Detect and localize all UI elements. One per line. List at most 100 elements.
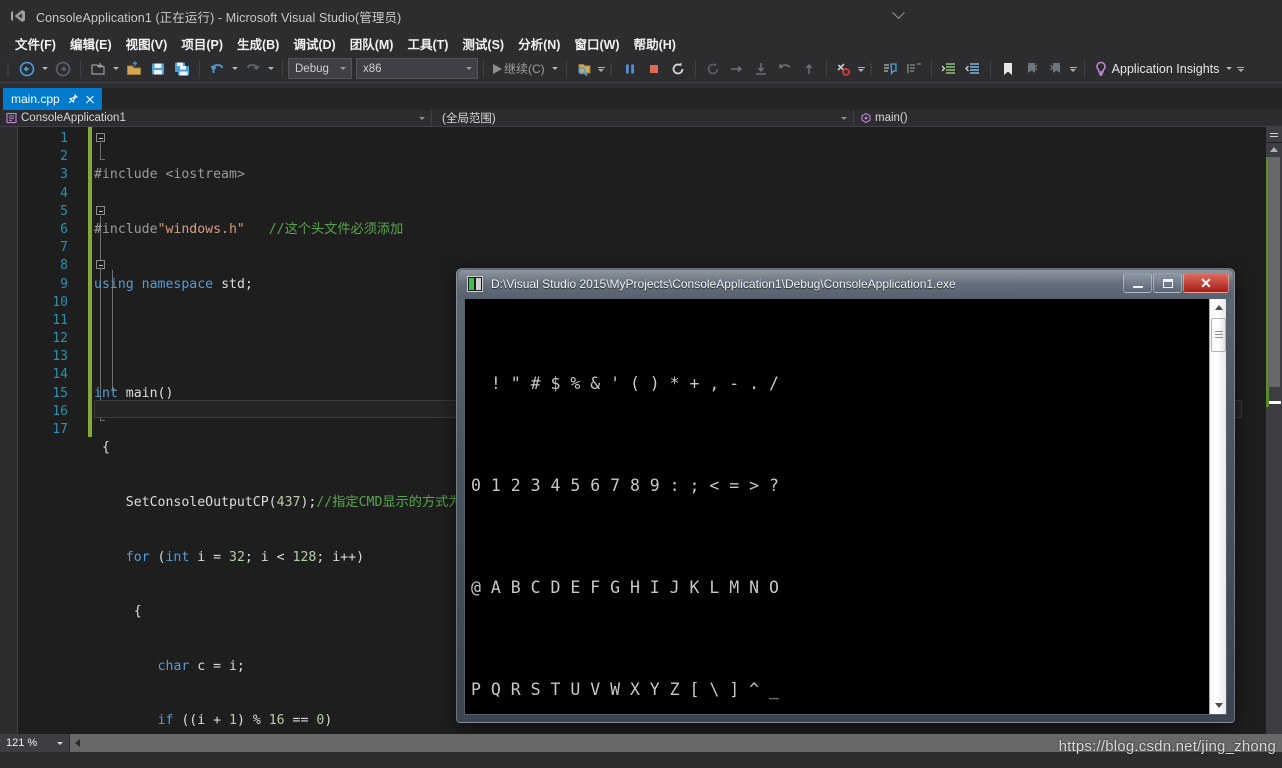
line-number: 2 <box>60 149 68 165</box>
method-icon <box>858 112 873 124</box>
maximize-icon[interactable] <box>1153 273 1182 293</box>
previous-bookmark-icon[interactable] <box>1020 58 1044 80</box>
breakpoint-icon[interactable] <box>832 58 856 80</box>
menu-item-team[interactable]: 团队(M) <box>343 32 401 55</box>
navbar-project-combo[interactable]: ConsoleApplication1 <box>0 109 432 127</box>
close-icon[interactable] <box>84 93 96 105</box>
zoom-level-combo[interactable]: 121 % <box>0 734 70 752</box>
solution-configuration-combo[interactable]: Debug <box>288 58 352 79</box>
menu-item-debug[interactable]: 调试(D) <box>286 32 342 55</box>
attach-to-process-icon[interactable] <box>572 58 596 80</box>
step-out-icon[interactable] <box>773 58 797 80</box>
application-insights-label: Application Insights <box>1111 61 1220 76</box>
open-file-icon[interactable] <box>122 58 146 80</box>
application-insights-button[interactable]: Application Insights <box>1090 58 1224 80</box>
comment-selection-icon[interactable] <box>878 58 902 80</box>
bookmark-icon[interactable] <box>996 58 1020 80</box>
toolbar-grip[interactable] <box>867 60 876 78</box>
toolbar-separator <box>282 59 283 78</box>
toolbar-separator <box>199 59 200 78</box>
menu-item-file[interactable]: 文件(F) <box>8 32 63 55</box>
menu-item-test[interactable]: 测试(S) <box>455 32 511 55</box>
toolbar-overflow-icon[interactable] <box>1068 58 1079 80</box>
navbar-scope-combo[interactable]: (全局范围) <box>432 109 854 127</box>
line-number: 11 <box>52 312 68 328</box>
scroll-down-arrow-icon[interactable] <box>1210 697 1226 714</box>
chevron-down-icon[interactable] <box>841 116 847 120</box>
next-bookmark-icon[interactable] <box>1044 58 1068 80</box>
solution-platform-combo[interactable]: x86 <box>356 58 478 79</box>
menu-item-analyze[interactable]: 分析(N) <box>511 32 567 55</box>
line-number: 15 <box>52 385 68 401</box>
console-output-area[interactable]: ! " # $ % & ' ( ) * + , - . / 0 1 2 3 4 … <box>464 298 1227 715</box>
undo-dropdown-icon[interactable] <box>229 58 241 80</box>
line-number: 17 <box>52 422 68 437</box>
console-window[interactable]: D:\Visual Studio 2015\MyProjects\Console… <box>456 268 1235 723</box>
menu-item-tools[interactable]: 工具(T) <box>400 32 455 55</box>
increase-indent-icon[interactable] <box>937 58 961 80</box>
start-debugging-button[interactable]: 继续(C) <box>489 58 549 80</box>
save-icon[interactable] <box>146 58 170 80</box>
line-number: 10 <box>52 294 68 310</box>
navigate-forward-icon[interactable] <box>51 58 75 80</box>
window-title: ConsoleApplication1 (正在运行) - Microsoft V… <box>36 10 402 25</box>
console-scroll-thumb[interactable] <box>1211 318 1226 352</box>
new-project-dropdown-icon[interactable] <box>110 58 122 80</box>
line-number: 1 <box>60 131 68 146</box>
application-insights-dropdown-icon[interactable] <box>1223 58 1235 80</box>
toolbar-separator <box>694 59 696 78</box>
undo-icon[interactable] <box>205 58 229 80</box>
navbar-function-combo[interactable]: main() <box>854 110 1282 127</box>
console-vertical-scrollbar[interactable] <box>1209 299 1226 714</box>
tab-main-cpp[interactable]: main.cpp <box>3 88 102 110</box>
chevron-down-icon[interactable] <box>419 116 425 120</box>
toolbar-overflow-icon-2[interactable] <box>1235 58 1246 80</box>
menu-item-help[interactable]: 帮助(H) <box>627 32 683 55</box>
document-tab-strip: main.cpp <box>0 88 1282 110</box>
scroll-left-arrow-icon[interactable] <box>70 734 84 752</box>
decrease-indent-icon[interactable] <box>961 58 985 80</box>
restart-icon[interactable] <box>666 58 690 80</box>
title-chevron-down-icon[interactable] <box>880 5 916 25</box>
attach-overflow-icon[interactable] <box>596 58 607 80</box>
close-icon[interactable]: ✕ <box>1183 273 1229 293</box>
editor-vertical-scrollbar[interactable] <box>1266 127 1282 734</box>
menu-item-build[interactable]: 生成(B) <box>230 32 286 55</box>
start-debugging-dropdown-icon[interactable] <box>549 58 561 80</box>
toolbar-grip[interactable] <box>4 60 13 78</box>
redo-dropdown-icon[interactable] <box>265 58 277 80</box>
save-all-icon[interactable] <box>170 58 194 80</box>
toolbar-separator <box>1083 59 1085 78</box>
toolbar-grip[interactable] <box>607 60 616 78</box>
menu-item-window[interactable]: 窗口(W) <box>567 32 626 55</box>
scroll-up-arrow-icon[interactable] <box>1210 299 1226 316</box>
stop-icon[interactable] <box>642 58 666 80</box>
new-project-icon[interactable] <box>86 58 110 80</box>
breakpoint-overflow-icon[interactable] <box>856 58 867 80</box>
uncomment-selection-icon[interactable] <box>902 58 926 80</box>
pause-icon[interactable] <box>618 58 642 80</box>
step-into-icon[interactable] <box>725 58 749 80</box>
editor-line-number-margin: 1 2 3 4 5 6 7 8 9 10 11 12 13 14 15 16 1… <box>18 127 72 734</box>
chevron-down-icon[interactable] <box>335 67 351 70</box>
editor-scroll-thumb[interactable] <box>1268 157 1280 387</box>
editor-split-view-button[interactable] <box>1266 127 1282 143</box>
navigate-back-dropdown-icon[interactable] <box>39 58 51 80</box>
editor-indicator-margin[interactable] <box>0 127 18 734</box>
show-next-statement-icon[interactable] <box>701 58 725 80</box>
toolbar-separator <box>989 59 991 78</box>
redo-icon[interactable] <box>241 58 265 80</box>
menu-item-project[interactable]: 项目(P) <box>174 32 230 55</box>
menu-item-view[interactable]: 视图(V) <box>119 32 175 55</box>
step-over-icon[interactable] <box>749 58 773 80</box>
minimize-icon[interactable] <box>1123 273 1152 293</box>
console-title-bar[interactable]: D:\Visual Studio 2015\MyProjects\Console… <box>458 270 1233 298</box>
chevron-down-icon[interactable] <box>461 67 477 70</box>
navigate-back-icon[interactable] <box>15 58 39 80</box>
step-up-icon[interactable] <box>797 58 821 80</box>
code-line-2: #include"windows.h" //这个头文件必须添加 <box>94 222 404 237</box>
pin-icon[interactable] <box>67 93 79 105</box>
scroll-up-arrow-icon[interactable] <box>1270 147 1278 152</box>
console-line-1: ! " # $ % & ' ( ) * + , - . / <box>471 374 779 393</box>
menu-item-edit[interactable]: 编辑(E) <box>63 32 119 55</box>
